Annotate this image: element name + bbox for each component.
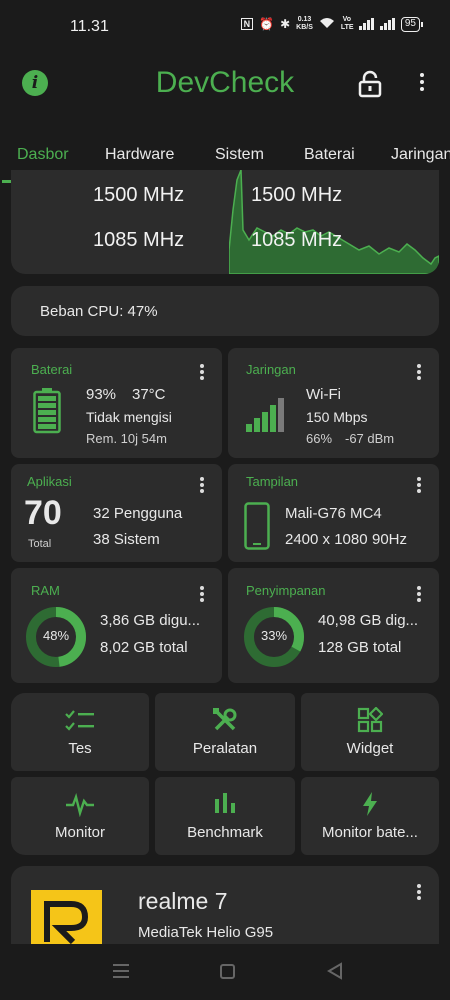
- cpu-load-card[interactable]: Beban CPU: 47%: [11, 286, 439, 336]
- status-icons: N ⏰ ✱ 0.13 KB/S Vo LTE 95: [240, 16, 424, 32]
- tool-tes-label: Tes: [68, 740, 92, 757]
- tool-benchmark-label: Benchmark: [187, 824, 263, 841]
- tab-hardware[interactable]: Hardware: [105, 146, 174, 164]
- ram-card-title: RAM: [31, 583, 60, 598]
- tools-grid: Tes Peralatan Widget Monitor Benchmark M…: [11, 693, 439, 856]
- signal-strength-icon: [246, 398, 284, 432]
- network-speed: 0.13 KB/S: [296, 16, 313, 31]
- tool-benchmark-button[interactable]: Benchmark: [155, 777, 295, 855]
- cpu-freq-1-right: 1500 MHz: [251, 184, 343, 206]
- app-title: DevCheck: [155, 66, 295, 99]
- storage-percent: 33%: [260, 628, 288, 643]
- ram-percent: 48%: [42, 628, 70, 643]
- network-card-title: Jaringan: [246, 362, 296, 377]
- ram-total: 8,02 GB total: [100, 639, 188, 656]
- battery-card-title: Baterai: [31, 362, 73, 377]
- tool-peralatan-label: Peralatan: [192, 740, 258, 757]
- device-card-menu-icon[interactable]: [414, 882, 424, 902]
- battery-temp: 37°C: [132, 386, 166, 403]
- battery-status: Tidak mengisi: [86, 409, 172, 425]
- battery-card[interactable]: Baterai 93% 37°C Tidak mengisi Rem. 10j …: [11, 348, 222, 458]
- apps-card[interactable]: Aplikasi 70 Total 32 Pengguna 38 Sistem: [11, 464, 222, 562]
- alarm-icon: ⏰: [259, 17, 275, 31]
- pulse-icon: [66, 793, 94, 817]
- realme-logo: [31, 890, 102, 944]
- status-bar: 11.31 N ⏰ ✱ 0.13 KB/S Vo LTE 95: [0, 0, 450, 56]
- cpu-load-label: Beban CPU: 47%: [40, 303, 158, 320]
- tool-battery-monitor-button[interactable]: Monitor bate...: [301, 777, 439, 855]
- display-refresh: 90Hz: [372, 531, 408, 548]
- tab-baterai[interactable]: Baterai: [304, 146, 355, 164]
- tool-widget-label: Widget: [346, 740, 394, 757]
- widget-icon: [357, 707, 383, 733]
- phone-icon: [244, 502, 270, 550]
- network-speed-value: 150 Mbps: [306, 409, 368, 425]
- ram-card[interactable]: RAM 48% 3,86 GB digu... 8,02 GB total: [11, 568, 222, 683]
- tools-icon: [213, 708, 237, 731]
- apps-card-title: Aplikasi: [27, 474, 72, 489]
- tool-widget-button[interactable]: Widget: [301, 693, 439, 771]
- display-card-menu-icon[interactable]: [414, 475, 424, 495]
- network-card-menu-icon[interactable]: [414, 362, 424, 382]
- apps-total-count: 70: [24, 494, 62, 532]
- volte-icon: Vo LTE: [340, 16, 354, 31]
- signal-icon: [358, 18, 374, 30]
- apps-system-count: 38 Sistem: [93, 531, 160, 548]
- signal-icon-2: [379, 18, 395, 30]
- battery-icon: 95: [400, 16, 424, 32]
- network-card[interactable]: Jaringan Wi-Fi 150 Mbps 66% -67 dBm: [228, 348, 439, 458]
- network-type: Wi-Fi: [306, 386, 341, 403]
- cpu-frequency-card[interactable]: 1500 MHz 1500 MHz 1085 MHz 1085 MHz: [11, 170, 439, 274]
- tool-peralatan-button[interactable]: Peralatan: [155, 693, 295, 771]
- display-resolution: 2400 x 1080: [285, 531, 368, 548]
- tab-jaringan[interactable]: Jaringan: [391, 146, 450, 164]
- network-signal-dbm: -67 dBm: [345, 431, 395, 446]
- battery-remaining: Rem. 10j 54m: [86, 431, 167, 446]
- cpu-freq-1-left: 1500 MHz: [93, 184, 185, 206]
- home-nav-icon[interactable]: [220, 964, 235, 979]
- storage-card[interactable]: Penyimpanan 33% 40,98 GB dig... 128 GB t…: [228, 568, 439, 683]
- lock-icon[interactable]: [358, 70, 382, 103]
- battery-level-icon: [33, 388, 61, 434]
- tool-battery-monitor-label: Monitor bate...: [322, 824, 418, 841]
- storage-card-title: Penyimpanan: [246, 583, 326, 598]
- more-options-icon[interactable]: [412, 70, 432, 98]
- bolt-icon: [363, 792, 377, 816]
- app-bar: i DevCheck: [0, 56, 450, 116]
- cpu-freq-2-right: 1085 MHz: [251, 229, 343, 251]
- display-gpu: Mali-G76 MC4: [285, 505, 382, 522]
- ram-card-menu-icon[interactable]: [197, 584, 207, 604]
- display-card[interactable]: Tampilan Mali-G76 MC4 2400 x 1080 90Hz: [228, 464, 439, 562]
- tool-tes-button[interactable]: Tes: [11, 693, 149, 771]
- tab-sistem[interactable]: Sistem: [215, 146, 264, 164]
- back-nav-icon[interactable]: [327, 962, 343, 985]
- bar-chart-icon: [215, 793, 235, 813]
- device-chip: MediaTek Helio G95: [138, 924, 274, 941]
- battery-card-menu-icon[interactable]: [197, 362, 207, 382]
- network-signal-percent: 66%: [306, 431, 333, 446]
- status-time: 11.31: [70, 18, 109, 35]
- apps-user-count: 32 Pengguna: [93, 505, 183, 522]
- wifi-icon: [319, 17, 335, 32]
- bluetooth-icon: ✱: [280, 17, 291, 31]
- storage-used: 40,98 GB dig...: [318, 612, 419, 629]
- battery-level: 93%: [86, 386, 117, 403]
- system-navigation-bar: [0, 944, 450, 1000]
- device-card[interactable]: realme 7 MediaTek Helio G95: [11, 866, 439, 944]
- display-card-title: Tampilan: [246, 474, 299, 489]
- apps-total-label: Total: [28, 538, 52, 550]
- menu-nav-icon[interactable]: [113, 964, 129, 978]
- device-name: realme 7: [138, 888, 228, 914]
- tab-dasbor[interactable]: Dasbor: [17, 146, 69, 164]
- tool-monitor-button[interactable]: Monitor: [11, 777, 149, 855]
- nfc-icon: N: [240, 18, 254, 30]
- ram-used: 3,86 GB digu...: [100, 612, 201, 629]
- checklist-icon: [65, 710, 94, 731]
- storage-total: 128 GB total: [318, 639, 402, 656]
- cpu-freq-2-left: 1085 MHz: [93, 229, 185, 251]
- apps-card-menu-icon[interactable]: [197, 475, 207, 495]
- tool-monitor-label: Monitor: [54, 824, 106, 841]
- storage-card-menu-icon[interactable]: [414, 584, 424, 604]
